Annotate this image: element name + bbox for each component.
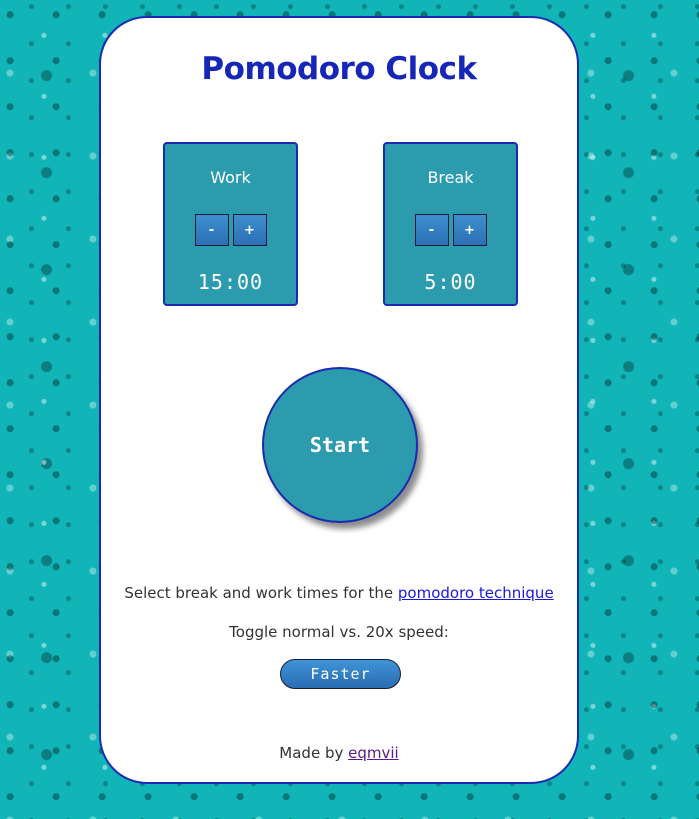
work-time-value: 15:00 [197,270,264,294]
start-button[interactable]: Start [262,367,418,523]
break-controls: - + [385,214,516,246]
break-increment-button[interactable]: + [452,214,487,246]
info-text: Select break and work times for the pomo… [101,584,577,602]
break-timer-panel: Break - + 5:00 [383,142,518,306]
work-timer-panel: Work - + 15:00 [163,142,298,306]
info-text-label: Select break and work times for the [124,584,398,602]
page-background: { "title": "Pomodoro Clock", "work": { "… [0,0,699,819]
author-link[interactable]: eqmvii [348,744,399,762]
page-title: Pomodoro Clock [201,51,477,87]
speed-toggle-label: Toggle normal vs. 20x speed: [229,623,449,641]
break-time-value: 5:00 [424,270,477,294]
faster-button[interactable]: Faster [280,659,401,689]
work-increment-button[interactable]: + [232,214,267,246]
break-label: Break [427,168,474,187]
footer: Made by eqmvii [101,744,577,762]
work-controls: - + [165,214,296,246]
footer-text: Made by [279,744,349,762]
break-decrement-button[interactable]: - [414,214,449,246]
pomodoro-card: Pomodoro Clock Work - + 15:00 Break - + … [99,16,579,784]
work-decrement-button[interactable]: - [194,214,229,246]
work-label: Work [210,168,251,187]
pomodoro-technique-link[interactable]: pomodoro technique [398,584,554,602]
